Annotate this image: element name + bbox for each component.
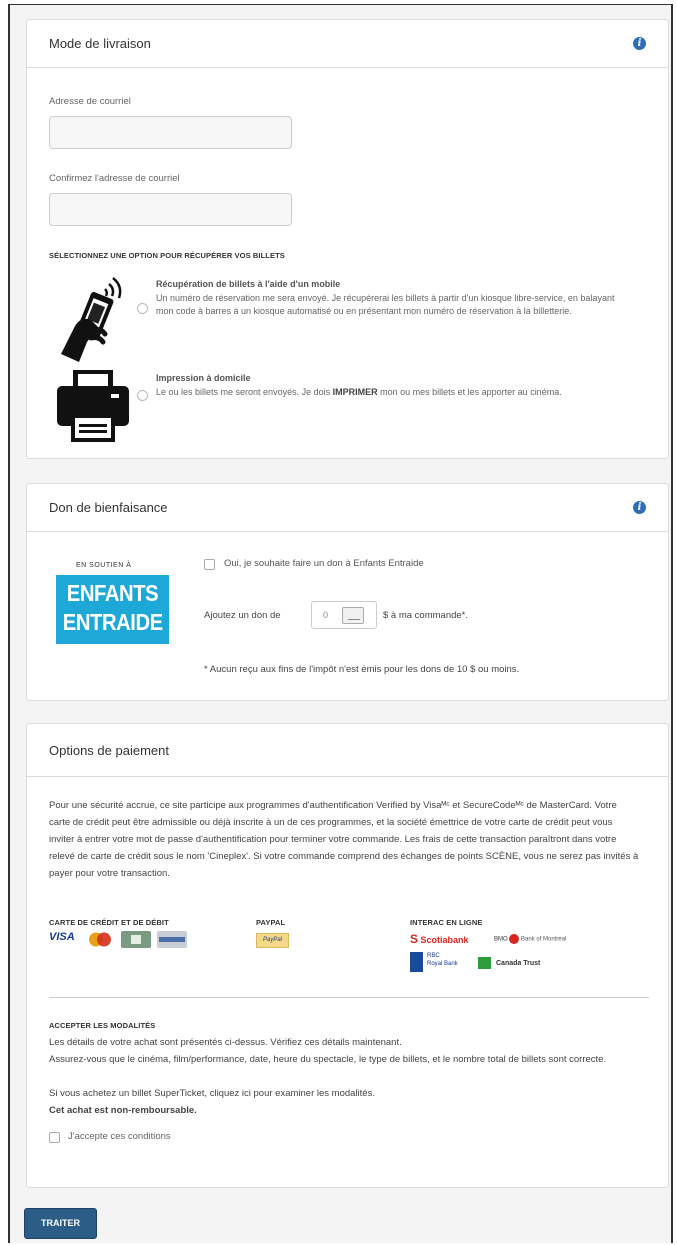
mobile-pickup-title: Récupération de billets à l'aide d'un mo… xyxy=(156,279,341,289)
home-print-description: Le ou les billets me seront envoyés. Je … xyxy=(156,387,562,397)
terms-line-1: Les détails de votre achat sont présenté… xyxy=(49,1037,402,1048)
terms-heading: ACCEPTER LES MODALITÉS xyxy=(49,1021,156,1030)
mastercard-icon xyxy=(85,931,115,948)
info-icon[interactable]: i xyxy=(633,37,646,50)
paypal-heading: PAYPAL xyxy=(256,918,286,927)
payment-title: Options de paiement xyxy=(49,742,169,758)
confirm-email-field[interactable] xyxy=(49,193,292,226)
amex-card-icon xyxy=(157,931,187,948)
donation-title: Don de bienfaisance xyxy=(49,500,168,515)
confirm-email-label: Confirmez l'adresse de courriel xyxy=(49,173,180,184)
email-label: Adresse de courriel xyxy=(49,96,131,107)
donation-header: Don de bienfaisance i xyxy=(27,484,668,532)
payment-header: Options de paiement xyxy=(27,724,668,777)
donation-panel: Don de bienfaisance i EN SOUTIEN À ENFAN… xyxy=(26,483,669,701)
bmo-roundel-icon xyxy=(509,934,520,944)
amount-stepper-icon[interactable] xyxy=(342,607,364,624)
info-icon[interactable]: i xyxy=(633,501,646,514)
donation-amount-field[interactable]: 0 xyxy=(311,601,377,629)
accept-terms-checkbox[interactable] xyxy=(49,1132,60,1143)
submit-button[interactable]: TRAITER xyxy=(24,1208,97,1239)
enfants-entraide-logo: ENFANTS ENTRAIDE xyxy=(56,575,169,644)
payment-panel: Options de paiement Pour une sécurité ac… xyxy=(26,723,669,1188)
home-print-radio[interactable] xyxy=(137,390,148,401)
divider xyxy=(49,997,649,998)
donation-checkbox[interactable] xyxy=(204,559,215,570)
home-print-title: Impression à domicile xyxy=(156,373,251,383)
td-canada-trust-logo[interactable]: Canada Trust xyxy=(478,957,540,969)
scotiabank-s-icon: S xyxy=(410,932,419,946)
donation-amount-suffix: $ à ma commande*. xyxy=(383,610,469,621)
mobile-pickup-description: Un numéro de réservation me sera envoyé.… xyxy=(156,293,615,316)
mobile-pickup-radio[interactable] xyxy=(137,303,148,314)
bmo-logo[interactable]: BMO Bank of Montreal xyxy=(494,934,566,944)
terms-line-2: Assurez-vous que le cinéma, film/perform… xyxy=(49,1054,607,1065)
security-notice: Pour une sécurité accrue, ce site partic… xyxy=(49,800,639,879)
delivery-panel: Mode de livraison i Adresse de courriel … xyxy=(26,19,669,459)
delivery-header: Mode de livraison i xyxy=(27,20,668,68)
charity-support-label: EN SOUTIEN À xyxy=(76,562,132,569)
interac-heading: INTERAC EN LIGNE xyxy=(410,918,483,927)
donation-footnote: * Aucun reçu aux fins de l'impôt n'est é… xyxy=(204,664,520,675)
visa-logo: VISA xyxy=(49,931,75,943)
scotiabank-logo[interactable]: S Scotiabank xyxy=(410,932,469,946)
delivery-title: Mode de livraison xyxy=(49,36,151,51)
email-field[interactable] xyxy=(49,116,292,149)
td-icon xyxy=(478,957,491,969)
debit-card-icon xyxy=(121,931,151,948)
printer-icon xyxy=(57,370,129,442)
terms-line-4: Cet achat est non-remboursable. xyxy=(49,1105,197,1116)
rbc-shield-icon xyxy=(410,952,423,972)
terms-line-3: Si vous achetez un billet SuperTicket, c… xyxy=(49,1088,375,1099)
paypal-logo[interactable]: PayPal xyxy=(256,933,289,948)
card-heading: CARTE DE CRÉDIT ET DE DÉBIT xyxy=(49,918,169,927)
donation-checkbox-label: Oui, je souhaite faire un don à Enfants … xyxy=(224,558,424,569)
mobile-phone-icon xyxy=(61,277,122,362)
ticket-options-heading: SÉLECTIONNEZ UNE OPTION POUR RÉCUPÉRER V… xyxy=(49,251,285,260)
donation-amount-prefix: Ajoutez un don de xyxy=(204,610,281,621)
accept-terms-label: J'accepte ces conditions xyxy=(68,1131,171,1142)
